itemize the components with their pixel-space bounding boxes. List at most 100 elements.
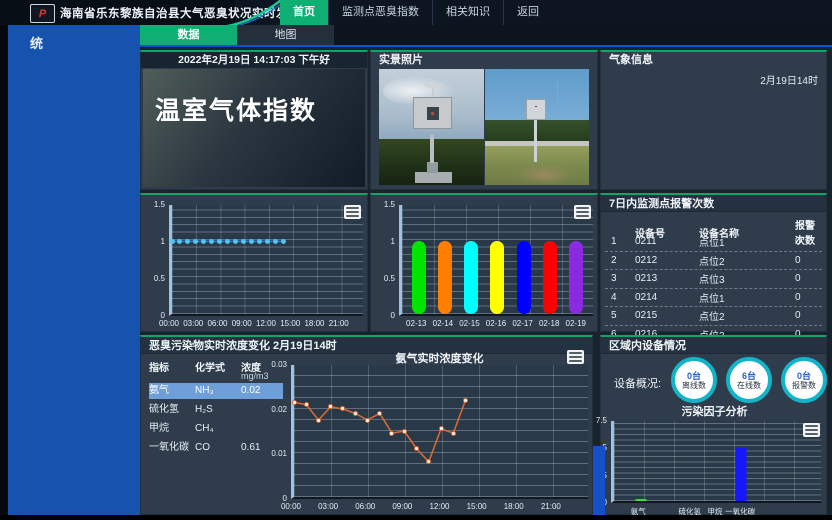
- greeting-body: 温室气体指数: [143, 69, 365, 187]
- data-point: [281, 239, 286, 244]
- y-axis: 00.010.020.03: [263, 365, 289, 499]
- x-tick-label: 02-17: [509, 319, 536, 328]
- stat-offline: 0台 离线数: [671, 357, 717, 403]
- x-tick-label: 02-15: [456, 319, 483, 328]
- nav-item-1[interactable]: 监测点恶臭指数: [328, 0, 432, 25]
- x-tick-label: 15:00: [467, 502, 487, 511]
- data-point: [463, 398, 468, 403]
- x-tick-label: 12:00: [429, 502, 449, 511]
- chart-menu-icon[interactable]: [567, 350, 584, 364]
- device-stat-circles: 0台 离线数 6台 在线数 0台 报警数: [671, 357, 827, 403]
- alarm-row: 30213点位30: [605, 270, 822, 289]
- data-point: [249, 239, 254, 244]
- x-tick-label: 02-13: [403, 319, 430, 328]
- x-tick-label: 09:00: [232, 319, 252, 328]
- alarm-row: 20212点位20: [605, 252, 822, 271]
- bottom-edge: [0, 515, 832, 520]
- data-point: [170, 239, 175, 244]
- y-tick-label: 0.5: [154, 275, 165, 283]
- data-point: [233, 239, 238, 244]
- y-tick-label: 1.5: [154, 201, 165, 209]
- left-sidebar: 统: [8, 25, 140, 515]
- x-axis: 02-1302-1402-1502-1602-1702-1802-19: [399, 319, 593, 328]
- alarm-table-header: 设备号 设备名称 报警次数: [605, 217, 822, 233]
- data-point: [265, 239, 270, 244]
- col-formula: 化学式: [195, 359, 241, 374]
- app-logo-icon: P: [30, 4, 55, 23]
- nh3-chart-title: 氨气实时浓度变化: [291, 350, 588, 366]
- greeting-panel: 2022年2月19日 14:17:03 下午好 温室气体指数: [140, 50, 368, 190]
- x-tick-label: 02-16: [483, 319, 510, 328]
- top-navbar: P 海南省乐东黎族自治县大气恶臭状况实时发布系 首页监测点恶臭指数相关知识返回: [0, 0, 832, 25]
- bars-row: [402, 205, 593, 314]
- x-tick-label: 09:00: [392, 502, 412, 511]
- tab-data[interactable]: 数据: [140, 25, 237, 45]
- data-point: [241, 239, 246, 244]
- data-point: [402, 429, 407, 434]
- app-title-wrapped: 统: [30, 33, 43, 52]
- y-tick-label: 1.5: [384, 201, 395, 209]
- daily-index-bar-plot: [399, 205, 593, 316]
- bar: [438, 241, 452, 314]
- photos-panel: 实景照片: [370, 50, 598, 190]
- y-tick-label: 1: [161, 238, 165, 246]
- photo-monitoring-station-1: [379, 69, 484, 185]
- x-tick-label: 02-18: [536, 319, 563, 328]
- data-point: [304, 402, 309, 407]
- x-tick-label: 02-19: [562, 319, 589, 328]
- bar: [517, 241, 531, 314]
- data-point: [273, 239, 278, 244]
- data-point: [292, 400, 297, 405]
- nav-item-3[interactable]: 返回: [503, 0, 552, 25]
- odor-index-chart-panel: 00.511.5 00:0003:0006:0009:0012:0015:001…: [140, 193, 368, 332]
- weather-panel: 气象信息 2月19日14时: [600, 50, 827, 190]
- alarm-row: 10211点位10: [605, 233, 822, 252]
- data-point: [316, 418, 321, 423]
- x-axis: 00:0003:0006:0009:0012:0015:0018:0021:00: [169, 319, 363, 329]
- data-point: [439, 426, 444, 431]
- stat-alarm: 0台 报警数: [781, 357, 827, 403]
- chart-menu-icon[interactable]: [574, 205, 591, 219]
- weather-timestamp: 2月19日14时: [760, 72, 818, 87]
- nav-item-2[interactable]: 相关知识: [432, 0, 503, 25]
- headline-greenhouse-gas-index: 温室气体指数: [155, 91, 317, 127]
- col-indicator: 指标: [149, 359, 195, 374]
- x-tick-label: 06:00: [355, 502, 375, 511]
- x-tick-label: 18:00: [304, 319, 324, 328]
- x-tick-label: 03:00: [183, 319, 203, 328]
- pollutant-concentration-panel: 恶臭污染物实时浓度变化 2月19日14时 指标 化学式 浓度 mg/m3 氨气N…: [140, 335, 593, 515]
- alarm-row: 50215点位20: [605, 307, 822, 326]
- nh3-line-plot: [291, 365, 588, 499]
- bar: [635, 499, 646, 501]
- y-tick-label: 1: [391, 238, 395, 246]
- stat-online: 6台 在线数: [726, 357, 772, 403]
- weather-panel-title: 气象信息: [601, 52, 826, 68]
- data-point: [365, 418, 370, 423]
- y-tick-label: 0.03: [271, 361, 287, 369]
- device-status-panel: 区域内设备情况 设备概况: 0台 离线数 6台 在线数 0台 报警数 污染因子分…: [600, 335, 827, 515]
- factor-bar-plot: [611, 421, 821, 503]
- alarm-table-body: 10211点位1020212点位2030213点位3040214点位105021…: [605, 233, 822, 344]
- x-axis: 00:0003:0006:0009:0012:0015:0018:0021:00: [291, 502, 588, 512]
- alarm-panel-title: 7日内监测点报警次数: [601, 195, 722, 211]
- odor-index-line-plot: [169, 205, 363, 316]
- device-panel-title: 区域内设备情况: [601, 337, 694, 353]
- x-tick-label: 21:00: [329, 319, 349, 328]
- tab-map[interactable]: 地图: [237, 25, 334, 45]
- bar: [464, 241, 478, 314]
- nav-menu: 首页监测点恶臭指数相关知识返回: [280, 0, 552, 25]
- scrollbar-thumb[interactable]: [593, 446, 605, 515]
- factor-chart-title: 污染因子分析: [601, 403, 828, 419]
- x-tick-label: 00:00: [281, 502, 301, 511]
- data-point: [353, 411, 358, 416]
- chart-menu-icon[interactable]: [803, 423, 820, 437]
- alarm-count-panel: 7日内监测点报警次数 设备号 设备名称 报警次数 10211点位1020212点…: [600, 193, 827, 332]
- nav-item-0[interactable]: 首页: [280, 0, 328, 25]
- data-point: [257, 239, 262, 244]
- chart-menu-icon[interactable]: [344, 205, 361, 219]
- x-tick-label: 02-14: [430, 319, 457, 328]
- bar: [569, 241, 583, 314]
- y-tick-label: 0.02: [271, 406, 287, 414]
- x-tick-label: 21:00: [541, 502, 561, 511]
- photo-monitoring-station-2: [485, 69, 590, 185]
